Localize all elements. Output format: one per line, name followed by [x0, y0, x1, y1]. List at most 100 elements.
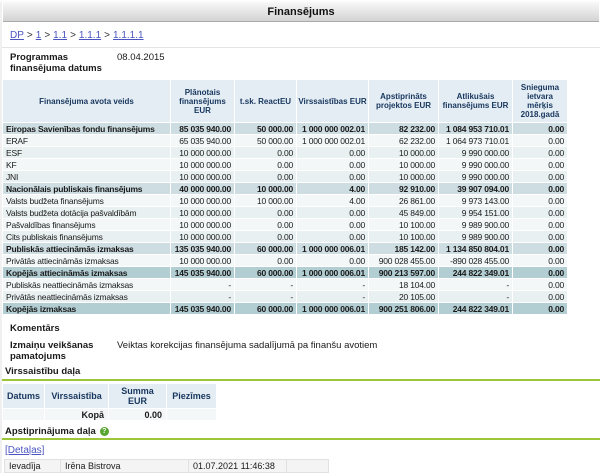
row-value: 50 000.00	[234, 134, 297, 147]
comments-label: Komentārs	[10, 323, 60, 334]
table-row: Valsts budžeta finansējums 10 000 000.00 1…	[2, 194, 568, 207]
approval-row-label: Ievadīja	[3, 459, 62, 473]
table-row: KF 10 000 000.00 0.00 0.00 10 000.00 9 990 00…	[2, 158, 568, 171]
program-date-value: 08.04.2015	[117, 52, 165, 63]
approval-row-datetime: 01.07.2021 11:46:38	[188, 459, 288, 473]
row-value: 1 000 000 006.01	[296, 266, 369, 279]
details-link[interactable]: [Detaļas]	[5, 445, 44, 456]
change-reason-value: Veiktas korekcijas finansējuma sadalījum…	[117, 340, 378, 351]
row-value: 0.00	[296, 206, 369, 219]
approval-table-body: Ievadīja Irēna Bistrova 01.07.2021 11:46:3…	[3, 459, 330, 473]
total-label: Kopā	[44, 408, 110, 421]
row-label: ESF	[2, 146, 171, 159]
row-label: Pašvaldības finansējums	[2, 218, 171, 231]
finance-table: Finansējuma avota veids Plānotais finansē…	[2, 79, 568, 315]
table-row: Pašvaldības finansējums 10 000 000.00 0.00…	[2, 218, 568, 231]
row-value: 0.00	[512, 146, 568, 159]
breadcrumb-separator: >	[26, 30, 33, 41]
row-value: 10 000 000.00	[170, 146, 235, 159]
row-value: 18 104.00	[368, 278, 439, 291]
breadcrumb: DP >1 >1.1 >1.1.1 >1.1.1.1	[2, 22, 600, 48]
row-value: 10 000.00	[368, 146, 439, 159]
table-row: Kopējās izmaksas 145 035 940.00 60 000.00 1…	[2, 302, 568, 315]
column-header-piezimes: Piezīmes	[166, 383, 218, 409]
row-value: 1 000 000 006.01	[296, 242, 369, 255]
approval-row-name: Irēna Bistrova	[60, 459, 190, 473]
table-row: Nacionālais publiskais finansējums 40 000…	[2, 182, 568, 195]
row-value: 10 000.00	[234, 194, 297, 207]
breadcrumb-link[interactable]: DP	[10, 30, 24, 41]
row-value: 10 000.00	[234, 182, 297, 195]
row-value: 0.00	[296, 146, 369, 159]
row-value: 900 251 806.00	[368, 302, 439, 315]
row-value: 10 000 000.00	[170, 194, 235, 207]
row-value: 39 907 094.00	[438, 182, 513, 195]
row-value: -	[234, 290, 297, 303]
row-value: 0.00	[512, 122, 568, 135]
total-value: 0.00	[108, 408, 168, 421]
row-value: 145 035 940.00	[170, 302, 235, 315]
empty-cell	[166, 408, 218, 421]
row-value: 9 954 151.00	[438, 206, 513, 219]
row-value: -890 028 455.00	[438, 254, 513, 267]
row-value: 0.00	[512, 194, 568, 207]
row-value: 0.00	[512, 254, 568, 267]
finance-column-header: Plānotais finansējums EUR	[170, 79, 235, 123]
row-value: 62 232.00	[368, 134, 439, 147]
row-label: Privātās attiecināmās izmaksas	[2, 254, 171, 267]
row-value: 0.00	[234, 206, 297, 219]
row-value: 9 990 000.00	[438, 170, 513, 183]
row-label: Eiropas Savienības fondu finansējums	[2, 122, 171, 135]
row-value: 9 989 900.00	[438, 218, 513, 231]
row-label: Kopējās izmaksas	[2, 302, 171, 315]
row-value: 0.00	[296, 170, 369, 183]
info-icon[interactable]: ?	[99, 427, 109, 436]
approval-section-title-row: Apstiprinājuma daļa ?	[5, 426, 600, 437]
row-value: 1 000 000 002.01	[296, 134, 369, 147]
row-value: 9 973 143.00	[438, 194, 513, 207]
change-reason-row: Izmaiņu veikšanas pamatojums Veiktas kor…	[10, 340, 600, 362]
approval-row: Ievadīja Irēna Bistrova 01.07.2021 11:46:3…	[3, 459, 330, 473]
table-row: ERAF 65 035 940.00 50 000.00 1 000 000 002.…	[2, 134, 568, 147]
row-value: 0.00	[512, 278, 568, 291]
table-row: Publiskās attiecināmās izmaksas 135 035 9…	[2, 242, 568, 255]
row-value: 85 035 940.00	[170, 122, 235, 135]
breadcrumb-link[interactable]: 1	[36, 30, 42, 41]
breadcrumb-link[interactable]: 1.1.1	[79, 30, 101, 41]
finance-column-header: Snieguma ietvara mērķis 2018.gadā	[512, 79, 568, 123]
row-value: 135 035 940.00	[170, 242, 235, 255]
row-value: 1 000 000 006.01	[296, 302, 369, 315]
row-value: 0.00	[512, 158, 568, 171]
empty-cell	[1, 408, 46, 421]
row-value: 45 849.00	[368, 206, 439, 219]
row-value: 9 989 900.00	[438, 230, 513, 243]
finance-table-header-row: Finansējuma avota veids Plānotais finansē…	[2, 79, 568, 123]
table-row: Privātās attiecināmās izmaksas 10 000 000…	[2, 254, 568, 267]
breadcrumb-link[interactable]: 1.1.1.1	[113, 30, 144, 41]
row-value: 60 000.00	[234, 242, 297, 255]
row-value: 0.00	[296, 158, 369, 171]
breadcrumb-separator: >	[44, 30, 51, 41]
row-value: 145 035 940.00	[170, 266, 235, 279]
finance-column-header: Finansējuma avota veids	[2, 79, 171, 123]
approval-table: Ievadīja Irēna Bistrova 01.07.2021 11:46:3…	[3, 459, 330, 473]
row-value: -	[438, 290, 513, 303]
finance-column-header: Atlikušais finansējums EUR	[438, 79, 513, 123]
column-header-virssaistiba: Virssaistība	[44, 383, 110, 409]
row-value: 0.00	[234, 218, 297, 231]
change-reason-label: Izmaiņu veikšanas pamatojums	[10, 340, 94, 362]
row-value: 82 232.00	[368, 122, 439, 135]
overcommitment-total-row: Kopā 0.00	[1, 408, 218, 421]
breadcrumb-link[interactable]: 1.1	[53, 30, 67, 41]
row-value: 0.00	[512, 302, 568, 315]
row-value: 10 000.00	[368, 158, 439, 171]
table-row: Kopējās attiecināmās izmaksas 145 035 940…	[2, 266, 568, 279]
row-value: -	[170, 278, 235, 291]
table-row: Publiskās neattiecināmās izmaksas - - -18 1…	[2, 278, 568, 291]
row-label: JNI	[2, 170, 171, 183]
row-value: 4.00	[296, 182, 369, 195]
row-value: 10 000 000.00	[170, 254, 235, 267]
approval-row-link-cell	[286, 459, 330, 473]
finance-table-body: Eiropas Savienības fondu finansējums 85 0…	[2, 122, 568, 315]
row-label: Publiskās neattiecināmās izmaksas	[2, 278, 171, 291]
